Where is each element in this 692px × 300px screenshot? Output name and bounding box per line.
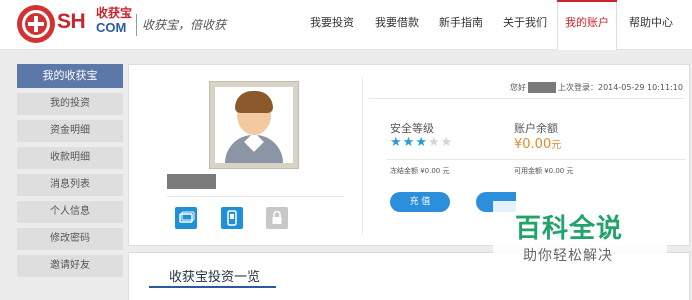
greeting-username-redacted bbox=[528, 82, 556, 93]
nav-about[interactable]: 关于我们 bbox=[495, 0, 555, 50]
sidebar-item-messages[interactable]: 消息列表 bbox=[17, 174, 123, 196]
security-level-label: 安全等级 bbox=[390, 122, 434, 135]
sidebar-item-change-password[interactable]: 修改密码 bbox=[17, 228, 123, 250]
nav-my-account[interactable]: 我的账户 bbox=[557, 0, 617, 50]
watermark-subtitle: 助你轻松解决 bbox=[523, 248, 613, 264]
nav-help[interactable]: 帮助中心 bbox=[621, 0, 681, 50]
slogan: 收获宝，倍收获 bbox=[142, 18, 227, 32]
security-level-stars: ★★★★★ bbox=[390, 135, 453, 150]
site-header: SH 收获宝 COM 收获宝，倍收获 我要投资 我要借款 新手指南 关于我们 我… bbox=[0, 0, 692, 50]
phone-icon[interactable] bbox=[221, 207, 243, 229]
sidebar-item-my-investment[interactable]: 我的投资 bbox=[17, 93, 123, 115]
star-icon: ★ bbox=[402, 135, 416, 150]
sidebar-title[interactable]: 我的收获宝 bbox=[17, 64, 123, 88]
star-empty-icon: ★ bbox=[440, 135, 454, 150]
watermark-title: 百科全说 bbox=[515, 214, 624, 244]
star-icon: ★ bbox=[415, 135, 428, 150]
greeting-prefix: 您好 bbox=[510, 83, 526, 92]
logo-cn-text[interactable]: 收获宝 bbox=[96, 4, 132, 21]
sidebar-item-invite-friends[interactable]: 邀请好友 bbox=[17, 255, 123, 277]
recharge-button[interactable]: 充 值 bbox=[390, 192, 450, 212]
nav-borrow[interactable]: 我要借款 bbox=[367, 0, 427, 50]
profile-divider bbox=[167, 196, 344, 197]
header-divider bbox=[369, 98, 685, 99]
balance-divider bbox=[387, 159, 685, 160]
star-icon: ★ bbox=[390, 135, 403, 150]
sidebar-item-personal-info[interactable]: 个人信息 bbox=[17, 201, 123, 223]
lock-icon[interactable] bbox=[266, 207, 288, 229]
nav-guide[interactable]: 新手指南 bbox=[431, 0, 491, 50]
available-amount: 可用金额 ¥0.00 元 bbox=[514, 167, 574, 175]
logo-icon[interactable] bbox=[17, 5, 55, 43]
star-empty-icon: ★ bbox=[427, 135, 441, 150]
account-sidebar: 我的收获宝 我的投资 资金明细 收款明细 消息列表 个人信息 修改密码 邀请好友 bbox=[17, 64, 123, 277]
username-redacted bbox=[167, 174, 216, 189]
logo-sh-text[interactable]: SH bbox=[57, 10, 86, 34]
balance-value: ¥0.00元 bbox=[514, 136, 561, 152]
nav-invest[interactable]: 我要投资 bbox=[302, 0, 362, 50]
sidebar-item-receipt-details[interactable]: 收款明细 bbox=[17, 147, 123, 169]
balance-label: 账户余额 bbox=[514, 122, 558, 135]
balance-amount: 0.00 bbox=[522, 137, 552, 152]
last-login: 上次登录：2014-05-29 10:11:10 bbox=[558, 83, 683, 92]
slogan-divider bbox=[136, 14, 137, 36]
watermark: 百科全说 助你轻松解决 bbox=[493, 201, 667, 270]
bank-card-icon[interactable] bbox=[175, 207, 197, 229]
greeting-line: 您好 上次登录：2014-05-29 10:11:10 bbox=[510, 82, 683, 93]
avatar[interactable] bbox=[209, 81, 299, 169]
panel-divider bbox=[362, 77, 363, 235]
investment-overview-title[interactable]: 收获宝投资一览 bbox=[169, 266, 260, 285]
sidebar-item-fund-details[interactable]: 资金明细 bbox=[17, 120, 123, 142]
section-title-underline bbox=[149, 286, 276, 288]
frozen-amount: 冻结金额 ¥0.00 元 bbox=[390, 167, 450, 175]
balance-unit: 元 bbox=[551, 140, 562, 151]
logo-com-text[interactable]: COM bbox=[96, 20, 126, 35]
